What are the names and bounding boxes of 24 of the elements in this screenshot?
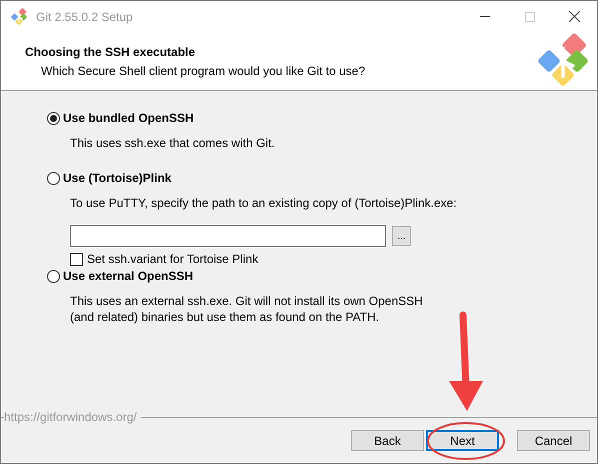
radio-button[interactable]: [47, 270, 60, 282]
checkbox[interactable]: [70, 252, 83, 266]
minimize-icon: [480, 16, 490, 17]
option-label[interactable]: Use external OpenSSH: [63, 269, 194, 283]
close-icon: [569, 11, 580, 22]
path-input-field[interactable]: [70, 225, 386, 247]
option-label[interactable]: Use bundled OpenSSH: [63, 111, 194, 125]
page-subtitle: Which Secure Shell client program would you like Git to use?: [40, 64, 366, 78]
checkbox-label[interactable]: Set ssh.variant for Tortoise Plink: [87, 252, 258, 266]
option-description: To use PuTTY, specify the path to an existing copy of (Tortoise)Plink.exe:: [70, 196, 458, 210]
logo-icon: [10, 8, 28, 26]
page-title: Choosing the SSH executable: [25, 44, 196, 58]
wizard-button[interactable]: Next: [426, 430, 499, 451]
radio-button[interactable]: [47, 112, 60, 124]
option-label[interactable]: Use (Tortoise)Plink: [63, 171, 172, 185]
wizard-button[interactable]: Back: [351, 430, 424, 451]
maximize-icon: [524, 12, 534, 22]
radio-button[interactable]: [47, 172, 60, 184]
option-description: This uses an external ssh.exe. Git will not install its own OpenSSH: [70, 294, 424, 308]
option-description: This uses ssh.exe that comes with Git.: [70, 136, 276, 150]
window-title: Git 2.55.0.2 Setup: [36, 10, 134, 24]
option-description: (and related) binaries but use them as found on the PATH.: [70, 310, 380, 324]
wizard-button[interactable]: Cancel: [517, 430, 590, 451]
browse-button[interactable]: ...: [392, 226, 411, 246]
